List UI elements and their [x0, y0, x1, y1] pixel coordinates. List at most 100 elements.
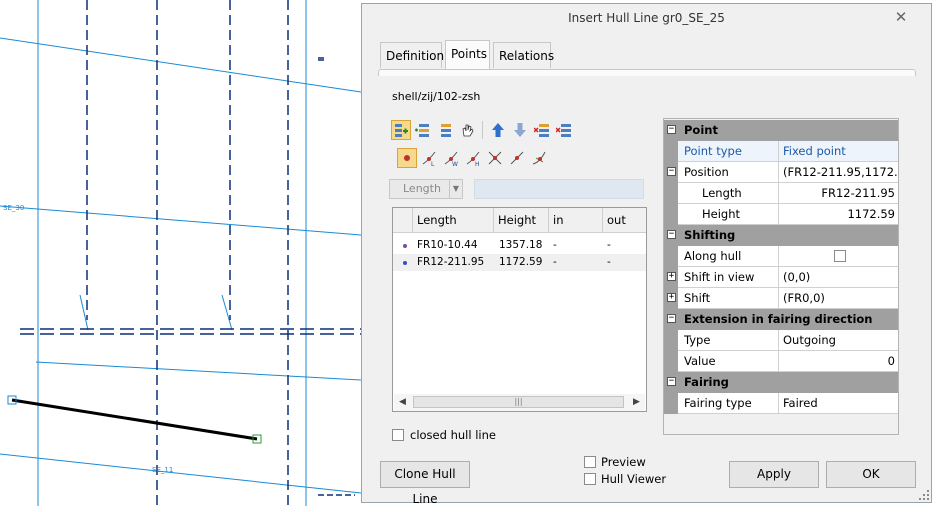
- hand-pick-icon[interactable]: [457, 120, 477, 140]
- mode-select[interactable]: Length ▼: [389, 179, 463, 199]
- delete-point-icon[interactable]: [532, 120, 552, 140]
- prop-extension-value-value[interactable]: 0: [779, 351, 898, 372]
- prop-point-type[interactable]: Point type Fixed point: [664, 141, 898, 162]
- prop-shift-in-view[interactable]: + Shift in view (0,0): [664, 267, 898, 288]
- clone-hull-line-button[interactable]: Clone Hull Line: [380, 461, 470, 506]
- label-se11: SE_11: [152, 466, 173, 474]
- grid-gutter: [664, 393, 678, 414]
- fixed-point-icon[interactable]: [397, 148, 417, 168]
- column-header-height[interactable]: Height: [493, 208, 548, 232]
- scroll-thumb[interactable]: |||: [413, 396, 624, 408]
- grid-gutter: [664, 141, 678, 162]
- prop-shift-value[interactable]: (FR0,0): [779, 288, 898, 309]
- property-grid: − Point Point type Fixed point − Positio…: [663, 118, 899, 435]
- prop-point-type-value[interactable]: Fixed point: [779, 141, 898, 162]
- grid-gutter: [664, 330, 678, 351]
- prop-length[interactable]: Length FR12-211.95: [664, 183, 898, 204]
- expand-icon[interactable]: +: [667, 293, 676, 302]
- column-header-length[interactable]: Length: [412, 208, 493, 232]
- expand-icon[interactable]: +: [667, 272, 676, 281]
- tab-relations[interactable]: Relations: [493, 42, 554, 68]
- move-up-icon[interactable]: [488, 120, 508, 140]
- label-se30: SE_30: [3, 204, 24, 212]
- prop-height[interactable]: Height 1172.59: [664, 204, 898, 225]
- column-header-in[interactable]: in: [548, 208, 602, 232]
- insert-after-icon[interactable]: [413, 120, 433, 140]
- knuckle-icon[interactable]: [507, 148, 527, 168]
- delete-all-icon[interactable]: [554, 120, 574, 140]
- prop-fairing-type-value[interactable]: Faired: [779, 393, 898, 414]
- prop-along-hull-name: Along hull: [678, 246, 779, 267]
- hull-viewer-label: Hull Viewer: [601, 472, 667, 486]
- prop-extension-type[interactable]: Type Outgoing: [664, 330, 898, 351]
- grid-gutter: [664, 183, 678, 204]
- ok-button[interactable]: OK: [826, 461, 916, 488]
- along-hull-checkbox[interactable]: [834, 250, 846, 262]
- collapse-icon[interactable]: −: [667, 377, 676, 386]
- value-input[interactable]: [474, 179, 644, 199]
- close-icon[interactable]: ✕: [891, 7, 911, 27]
- width-curve-icon[interactable]: W: [441, 148, 461, 168]
- grid-gutter: [664, 351, 678, 372]
- prop-length-value[interactable]: FR12-211.95: [779, 183, 898, 204]
- collapse-icon[interactable]: −: [667, 314, 676, 323]
- preview-checkbox[interactable]: [584, 456, 596, 468]
- hull-viewer-checkbox[interactable]: [584, 473, 596, 485]
- category-point[interactable]: − Point: [664, 120, 898, 141]
- move-down-icon[interactable]: [510, 120, 530, 140]
- dialog-title: Insert Hull Line gr0_SE_25: [568, 11, 725, 25]
- apply-button[interactable]: Apply: [729, 461, 819, 488]
- length-curve-icon[interactable]: L: [419, 148, 439, 168]
- prop-extension-value[interactable]: Value 0: [664, 351, 898, 372]
- cell-height: 1357.18: [499, 239, 543, 251]
- prop-shift-name: Shift: [678, 288, 779, 309]
- collapse-icon[interactable]: −: [667, 125, 676, 134]
- tab-definition[interactable]: Definition: [380, 42, 444, 68]
- insert-hull-line-dialog: Insert Hull Line gr0_SE_25 ✕ Definition …: [361, 3, 932, 506]
- tab-points[interactable]: Points: [445, 40, 490, 69]
- height-curve-icon[interactable]: H: [463, 148, 483, 168]
- table-row[interactable]: FR10-10.44 1357.18 - -: [393, 237, 646, 254]
- prop-position-value[interactable]: (FR12-211.95,1172.59): [779, 162, 898, 183]
- prop-shift-in-view-value[interactable]: (0,0): [779, 267, 898, 288]
- tangent-icon[interactable]: [529, 148, 549, 168]
- cell-height: 1172.59: [499, 256, 543, 268]
- category-fairing[interactable]: − Fairing: [664, 372, 898, 393]
- scroll-left-icon[interactable]: ◀: [394, 394, 411, 411]
- cell-length: FR10-10.44: [417, 239, 478, 251]
- prop-height-value[interactable]: 1172.59: [779, 204, 898, 225]
- collapse-icon[interactable]: −: [667, 167, 676, 176]
- prop-extension-type-name: Type: [678, 330, 779, 351]
- table-row[interactable]: FR12-211.95 1172.59 - -: [393, 254, 646, 271]
- scroll-right-icon[interactable]: ▶: [628, 394, 645, 411]
- preview-label: Preview: [601, 455, 646, 469]
- prop-extension-type-value[interactable]: Outgoing: [779, 330, 898, 351]
- closed-hull-line-label: closed hull line: [410, 428, 496, 442]
- insert-list-icon[interactable]: [435, 120, 455, 140]
- category-shifting[interactable]: − Shifting: [664, 225, 898, 246]
- prop-shift[interactable]: + Shift (FR0,0): [664, 288, 898, 309]
- dashed-reference-lines: [20, 0, 361, 506]
- resize-grip-icon[interactable]: [919, 490, 929, 500]
- cell-out: -: [607, 256, 611, 268]
- category-fairing-label: Fairing: [684, 375, 729, 389]
- prop-position[interactable]: − Position (FR12-211.95,1172.59): [664, 162, 898, 183]
- prop-along-hull-value[interactable]: [779, 246, 898, 267]
- insert-point-icon[interactable]: [391, 120, 411, 140]
- point-toolbar-row1: [391, 120, 574, 140]
- points-table: Length Height in out FR10-10.44 1357.18 …: [392, 207, 647, 412]
- horizontal-scrollbar[interactable]: ◀ ||| ▶: [394, 394, 645, 411]
- chevron-down-icon[interactable]: ▼: [449, 180, 462, 198]
- closed-hull-line-checkbox[interactable]: [392, 429, 404, 441]
- prop-along-hull[interactable]: Along hull: [664, 246, 898, 267]
- intersect-icon[interactable]: [485, 148, 505, 168]
- prop-length-name: Length: [678, 183, 779, 204]
- category-extension[interactable]: − Extension in fairing direction: [664, 309, 898, 330]
- prop-height-name: Height: [678, 204, 779, 225]
- collapse-icon[interactable]: −: [667, 230, 676, 239]
- category-shifting-label: Shifting: [684, 228, 736, 242]
- grid-gutter: [664, 204, 678, 225]
- hull-line[interactable]: [11, 398, 258, 441]
- column-header-out[interactable]: out: [602, 208, 646, 232]
- prop-fairing-type[interactable]: Fairing type Faired: [664, 393, 898, 414]
